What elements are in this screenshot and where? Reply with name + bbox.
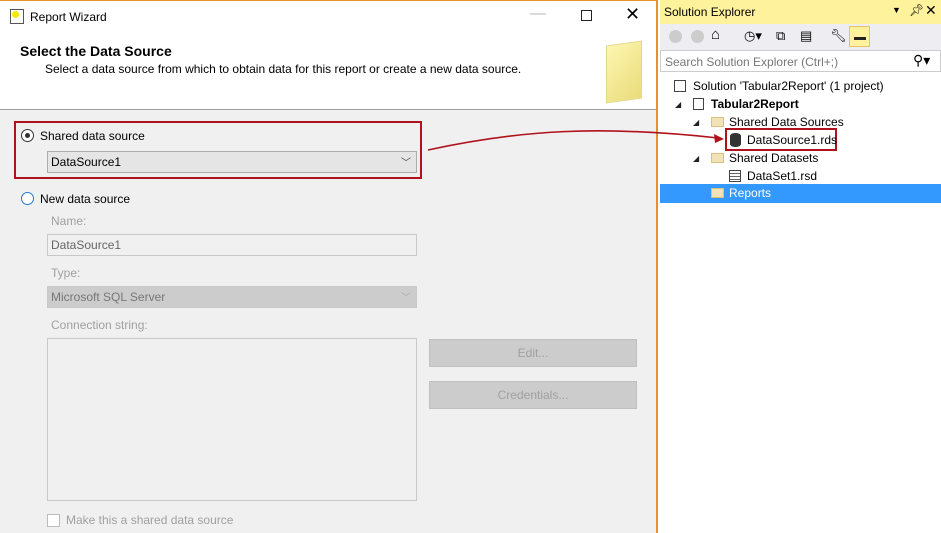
- panel-title: Solution Explorer: [664, 5, 756, 19]
- expanded-caret-icon[interactable]: ◢: [675, 96, 681, 114]
- expanded-caret-icon[interactable]: ◢: [693, 114, 699, 132]
- name-input[interactable]: DataSource1: [47, 234, 417, 256]
- tree-label: Solution 'Tabular2Report' (1 project): [693, 79, 884, 93]
- search-placeholder: Search Solution Explorer (Ctrl+;): [665, 55, 839, 69]
- solution-tree: Solution 'Tabular2Report' (1 project) ◢ T…: [660, 72, 941, 533]
- shared-data-source-radio[interactable]: [21, 129, 34, 142]
- tree-item-project[interactable]: ◢ Tabular2Report: [660, 95, 941, 113]
- page-title: Select the Data Source: [20, 43, 172, 59]
- connection-string-label: Connection string:: [51, 318, 148, 332]
- tree-item-dataset-file[interactable]: DataSet1.rsd: [660, 167, 941, 185]
- title-bar: Report Wizard — ✕: [0, 1, 656, 33]
- dropdown-icon[interactable]: ▼: [892, 5, 901, 15]
- show-all-files-icon[interactable]: ▤: [800, 28, 812, 44]
- pin-icon[interactable]: 📌︎: [909, 3, 924, 17]
- forward-icon[interactable]: [691, 30, 704, 43]
- tree-label: Tabular2Report: [711, 97, 799, 111]
- make-shared-checkbox[interactable]: [47, 514, 60, 527]
- tree-label: Shared Datasets: [729, 151, 819, 165]
- chevron-down-icon: ﹀: [401, 293, 411, 304]
- page-subtitle: Select a data source from which to obtai…: [45, 62, 522, 76]
- dropdown-value: DataSource1: [51, 155, 122, 169]
- minimize-button[interactable]: —: [530, 5, 546, 23]
- folder-icon: [711, 153, 724, 163]
- tree-label: Reports: [729, 186, 772, 200]
- new-data-source-label[interactable]: New data source: [40, 192, 130, 206]
- preview-selected-items-icon[interactable]: [849, 26, 870, 47]
- chevron-down-icon: ﹀: [401, 158, 411, 169]
- project-icon: [693, 98, 704, 110]
- tree-label: DataSource1.rds: [747, 133, 838, 147]
- shared-data-source-dropdown[interactable]: DataSource1 ﹀: [47, 151, 417, 173]
- database-icon: [730, 133, 741, 147]
- edit-button[interactable]: Edit...: [429, 339, 637, 367]
- tree-item-shared-datasets[interactable]: ◢ Shared Datasets: [660, 149, 941, 167]
- tree-item-datasource-file[interactable]: DataSource1.rds: [660, 128, 941, 151]
- solution-icon: [674, 80, 686, 92]
- solution-explorer-titlebar: Solution Explorer ▼ 📌︎ ✕: [660, 0, 941, 24]
- close-button[interactable]: ✕: [625, 4, 640, 25]
- credentials-button[interactable]: Credentials...: [429, 381, 637, 409]
- close-icon[interactable]: ✕: [925, 2, 937, 19]
- name-label: Name:: [51, 214, 87, 228]
- expanded-caret-icon[interactable]: ◢: [693, 150, 699, 168]
- maximize-button[interactable]: [581, 10, 592, 21]
- type-dropdown[interactable]: Microsoft SQL Server ﹀: [47, 286, 417, 308]
- wizard-graphic-icon: [606, 40, 642, 104]
- search-icon[interactable]: ⚲▾: [913, 52, 930, 69]
- shared-data-source-label[interactable]: Shared data source: [40, 129, 145, 143]
- new-data-source-radio[interactable]: [21, 192, 34, 205]
- properties-wrench-icon[interactable]: 🔧︎: [830, 28, 847, 44]
- back-icon[interactable]: [669, 30, 682, 43]
- solution-explorer-panel: Solution Explorer ▼ 📌︎ ✕ ⌂ ◷▾ ⧉ ▤ 🔧︎ Sea…: [660, 0, 941, 533]
- folder-icon: [711, 188, 724, 198]
- type-value: Microsoft SQL Server: [51, 290, 166, 304]
- home-icon[interactable]: ⌂: [711, 26, 720, 43]
- make-shared-label: Make this a shared data source: [66, 513, 234, 527]
- tree-label: DataSet1.rsd: [747, 169, 818, 183]
- report-wizard-window: Report Wizard — ✕ Select the Data Source…: [0, 0, 658, 533]
- tree-item-reports[interactable]: Reports: [660, 184, 941, 203]
- connection-string-input[interactable]: [47, 338, 417, 501]
- wizard-header: Select the Data Source Select a data sou…: [0, 33, 656, 110]
- report-wizard-icon: [10, 9, 24, 24]
- toolbar: ⌂ ◷▾ ⧉ ▤ 🔧︎: [660, 24, 941, 50]
- search-input[interactable]: Search Solution Explorer (Ctrl+;) ⚲▾: [660, 50, 941, 72]
- type-label: Type:: [51, 266, 81, 280]
- dataset-table-icon: [729, 170, 741, 182]
- window-title: Report Wizard: [30, 10, 107, 24]
- pending-changes-icon[interactable]: ◷▾: [744, 28, 762, 44]
- collapse-all-icon[interactable]: ⧉: [776, 28, 785, 44]
- tree-item-solution[interactable]: Solution 'Tabular2Report' (1 project): [660, 77, 941, 95]
- folder-icon: [711, 117, 724, 127]
